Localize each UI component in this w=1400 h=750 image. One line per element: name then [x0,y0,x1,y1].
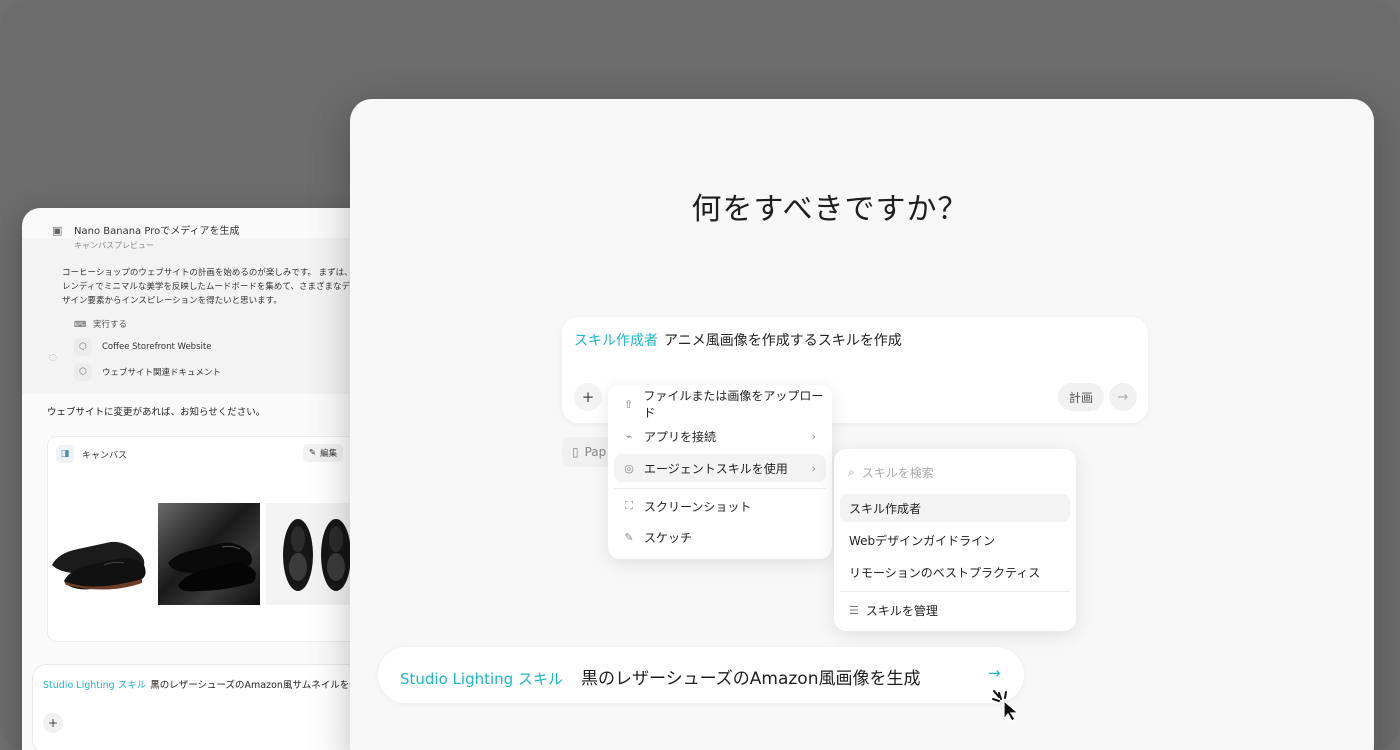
submenu-divider [840,591,1070,592]
attachment-label: Pap [584,445,607,459]
skill-icon: ◎ [624,461,634,475]
task-subtitle: キャンバスプレビュー [74,241,154,250]
page-title: 何をすべきですか？ [691,192,969,227]
menu-item-upload[interactable]: ⇧ ファイルまたは画像をアップロード [614,389,826,420]
cube-icon: ⬡ [74,363,92,381]
skill-item[interactable]: スキル作成者 [840,494,1070,522]
menu-divider [614,488,826,489]
run-row: ⌨ 実行する [74,318,127,330]
plug-icon: ⌁ [625,429,633,443]
arrow-right-icon[interactable]: → [988,664,1001,682]
chevron-right-icon: › [811,461,816,475]
canvas-title: キャンバス [82,450,128,461]
menu-item-label: スクリーンショット [644,499,752,514]
assistant-message: コーヒーショップのウェブサイトの計画を始めるのが楽しみです。 まずは、 レンディ… [62,268,353,306]
edit-icon: ✎ [309,448,317,458]
edit-button[interactable]: ✎ 編集 [303,444,344,462]
item-label: ウェブサイト関連ドキュメント [102,368,222,378]
menu-item-label: ファイルまたは画像をアップロード [643,389,824,420]
suggestion-value: 黒のレザーシューズのAmazon風画像を生成 [580,669,921,689]
menu-item-connect-app[interactable]: ⌁ アプリを接続 › [614,422,826,450]
skill-search-input[interactable]: ⌕ スキルを検索 [848,464,934,481]
chevron-right-icon: › [811,429,816,443]
skill-tag: Studio Lighting スキル [43,680,147,691]
search-icon: ⌕ [848,465,855,479]
back-chat-input-text: Studio Lighting スキル 黒のレザーシューズのAmazon風サムネイ… [43,677,368,691]
input-text: 黒のレザーシューズのAmazon風サムネイルを作成 [150,680,369,691]
plus-icon: + [581,388,595,406]
image-icon: ▣ [52,224,63,237]
check-circle-icon: ◌ [49,353,57,363]
canvas-header: ◨ キャンバス [56,445,127,463]
terminal-icon: ⌨ [74,320,87,330]
back-chat-input[interactable]: Studio Lighting スキル 黒のレザーシューズのAmazon風サムネイ… [32,664,382,750]
click-cursor-icon [992,690,1020,722]
manage-skills-item[interactable]: ☰ スキルを管理 [840,596,1070,624]
manage-label: スキルを管理 [865,603,938,618]
task-header[interactable]: ▣ Nano Banana Proでメディアを生成 キャンバスプレビュー [52,222,240,251]
menu-item-sketch[interactable]: ✎ スケッチ [614,523,826,551]
skill-item[interactable]: リモーションのベストプラクティス [840,558,1070,586]
document-icon: ▯ [572,445,579,459]
sliders-icon: ☰ [849,603,859,617]
pencil-icon: ✎ [624,530,634,544]
upload-icon: ⇧ [624,397,634,411]
skill-item[interactable]: Webデザインガイドライン [840,526,1070,554]
skill-tag: Studio Lighting スキル [400,670,563,688]
attach-menu: ⇧ ファイルまたは画像をアップロード ⌁ アプリを接続 › ◎ エージェントスキ… [608,385,832,559]
plus-icon: + [47,716,59,730]
list-item[interactable]: ⬡ ウェブサイト関連ドキュメント [74,363,221,381]
front-chat-window: 何をすべきですか？ スキル作成者 アニメ風画像を作成するスキルを作成 + 計画 →… [350,99,1374,750]
search-placeholder: スキルを検索 [861,466,934,480]
menu-item-agent-skill[interactable]: ◎ エージェントスキルを使用 › [614,454,826,482]
canvas-icon: ◨ [56,445,74,463]
item-label: Coffee Storefront Website [102,342,212,352]
cube-icon: ⬡ [74,338,92,356]
prompt-text: スキル作成者 アニメ風画像を作成するスキルを作成 [574,330,902,350]
edit-label: 編集 [320,449,338,459]
menu-item-label: スケッチ [644,530,693,545]
task-title: Nano Banana Proでメディアを生成 [74,226,240,237]
screenshot-icon: ⛶ [625,499,633,512]
shoe-image-1[interactable] [48,503,150,605]
suggestion-text: Studio Lighting スキル 黒のレザーシューズのAmazon風画像を生… [400,664,920,689]
add-attachment-button[interactable]: + [574,383,602,411]
menu-item-label: アプリを接続 [644,429,717,444]
canvas-card[interactable]: ◨ キャンバス ✎ 編集 ⋮ [47,436,382,642]
skill-tag[interactable]: スキル作成者 [574,333,658,349]
prompt-value: アニメ風画像を作成するスキルを作成 [664,333,902,349]
menu-item-screenshot[interactable]: ⛶ スクリーンショット [614,492,826,520]
run-label: 実行する [92,320,127,330]
arrow-right-icon: → [1117,389,1129,405]
menu-item-label: エージェントスキルを使用 [644,461,788,476]
suggestion-input[interactable]: Studio Lighting スキル 黒のレザーシューズのAmazon風画像を生… [378,647,1024,703]
send-button[interactable]: → [1109,383,1137,411]
add-button[interactable]: + [43,713,63,733]
skills-submenu: ⌕ スキルを検索 スキル作成者 Webデザインガイドライン リモーションのベスト… [834,449,1076,631]
back-chat-window: ▣ Nano Banana Proでメディアを生成 キャンバスプレビュー コーヒ… [22,208,382,750]
plan-button[interactable]: 計画 [1058,383,1104,411]
notify-text: ウェブサイトに変更があれば、お知らせください。 [47,407,266,418]
list-item[interactable]: ⬡ Coffee Storefront Website [74,338,211,356]
shoe-image-2[interactable] [158,503,260,605]
